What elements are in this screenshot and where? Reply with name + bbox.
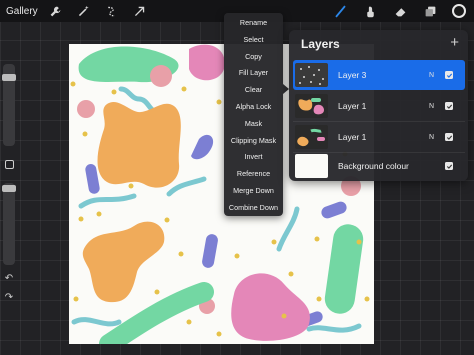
menu-item-copy[interactable]: Copy (224, 49, 283, 66)
teal-squiggle (78, 193, 137, 209)
left-sidebar: ↶ ↷ (0, 64, 18, 304)
menu-item-fill-layer[interactable]: Fill Layer (224, 65, 283, 82)
layer-row-layer-1[interactable]: Layer 1 N (293, 122, 465, 152)
selection-icon[interactable] (104, 3, 120, 19)
blend-mode-button[interactable]: N (429, 72, 434, 79)
pink-blob-bottom (231, 273, 310, 341)
rose-circle (150, 65, 172, 87)
gallery-button[interactable]: Gallery (6, 6, 38, 17)
layers-icon[interactable] (422, 3, 438, 19)
undo-button[interactable]: ↶ (5, 273, 13, 284)
teal-squiggle (71, 317, 122, 327)
visibility-checkbox[interactable] (445, 102, 453, 110)
menu-item-rename[interactable]: Rename (224, 15, 283, 32)
brush-opacity-thumb[interactable] (2, 185, 16, 192)
visibility-checkbox[interactable] (445, 133, 453, 141)
modify-button[interactable] (4, 160, 14, 169)
purple-pill (321, 201, 347, 219)
brush-opacity-slider[interactable] (2, 183, 16, 265)
layer-name[interactable]: Layer 3 (338, 70, 429, 80)
menu-item-alpha-lock[interactable]: Alpha Lock (224, 99, 283, 116)
teal-squiggle (306, 323, 362, 333)
green-stroke (99, 282, 214, 344)
brush-size-slider[interactable] (2, 64, 16, 146)
layer-name[interactable]: Layer 1 (338, 101, 429, 111)
layer-name[interactable]: Layer 1 (338, 132, 429, 142)
layer-thumbnail (295, 63, 328, 87)
visibility-checkbox[interactable] (445, 162, 453, 170)
pink-blob-top (189, 44, 225, 81)
purple-pill (191, 134, 214, 160)
color-icon[interactable] (452, 4, 466, 18)
menu-item-clipping-mask[interactable]: Clipping Mask (224, 133, 283, 150)
smudge-icon[interactable] (362, 3, 378, 19)
layer-row-background-colour[interactable]: Background colour (293, 151, 465, 181)
redo-button[interactable]: ↷ (5, 292, 13, 303)
rose-circle (77, 100, 95, 118)
orange-blob-lower (82, 221, 165, 303)
green-pill (324, 224, 364, 314)
menu-item-invert[interactable]: Invert (224, 149, 283, 166)
purple-pill (202, 234, 218, 268)
blend-mode-button[interactable]: N (429, 134, 434, 141)
add-layer-button[interactable]: + (450, 34, 459, 51)
eraser-icon[interactable] (392, 3, 408, 19)
layer-actions-menu: Rename Select Copy Fill Layer Clear Alph… (224, 13, 283, 216)
menu-item-mask[interactable]: Mask (224, 116, 283, 133)
layer-thumbnail (295, 125, 328, 149)
menu-item-clear[interactable]: Clear (224, 82, 283, 99)
layer-thumbnail (295, 94, 328, 118)
teal-squiggle (166, 176, 207, 197)
layers-panel: Layers + Layer 3 N Layer 1 N Layer 1 N B… (289, 30, 468, 181)
magic-wand-icon[interactable] (76, 3, 92, 19)
layer-name[interactable]: Background colour (338, 161, 445, 171)
blend-mode-button[interactable]: N (429, 103, 434, 110)
move-arrow-icon[interactable] (132, 3, 148, 19)
brush-icon[interactable] (332, 3, 348, 19)
orange-blob-upper (97, 101, 181, 188)
layer-row-layer-1[interactable]: Layer 1 N (293, 91, 465, 121)
layers-title: Layers (301, 37, 340, 51)
menu-item-reference[interactable]: Reference (224, 166, 283, 183)
menu-item-merge-down[interactable]: Merge Down (224, 183, 283, 200)
brush-size-thumb[interactable] (2, 74, 16, 81)
menu-item-select[interactable]: Select (224, 32, 283, 49)
layer-row-layer-3[interactable]: Layer 3 N (293, 60, 465, 90)
wrench-icon[interactable] (48, 3, 64, 19)
visibility-checkbox[interactable] (445, 71, 453, 79)
layer-thumbnail (295, 154, 328, 178)
purple-pill (85, 164, 100, 194)
menu-item-combine-down[interactable]: Combine Down (224, 200, 283, 217)
